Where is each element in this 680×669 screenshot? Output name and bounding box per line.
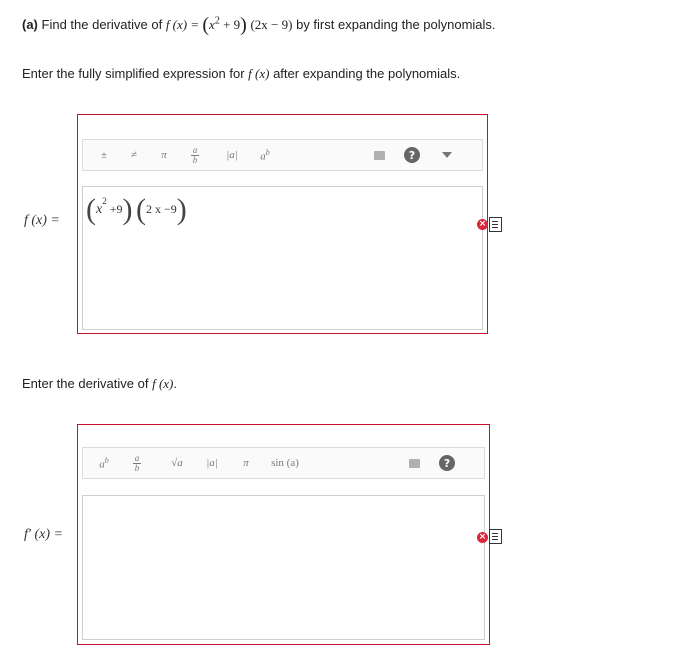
prompt2-text-after: . <box>173 376 177 391</box>
close-paren: ) <box>240 14 247 36</box>
editor2-input-area[interactable] <box>82 495 485 640</box>
prompt2-fx: f (x) <box>152 376 174 391</box>
incorrect-icon: × <box>477 532 488 543</box>
pi-button[interactable]: π <box>153 140 175 170</box>
expr-exponent: 2 <box>102 196 107 207</box>
expr-second-factor: 2 x −9 <box>146 202 177 217</box>
editor1-label: f (x) = <box>24 213 60 228</box>
square-root-button[interactable]: √a <box>166 448 188 478</box>
expr-close-paren: ) <box>122 193 133 226</box>
editor1-expression: (x2 +9) (2 x −9) <box>86 193 187 227</box>
question-expr-rest: + 9 <box>219 17 241 32</box>
prompt1-text-after: after expanding the polynomials. <box>269 66 461 81</box>
expr-close-paren-2: ) <box>176 193 187 226</box>
question-expr-b: (2x − 9) <box>250 17 293 32</box>
absolute-value-button[interactable]: |a| <box>201 448 223 478</box>
not-equal-button[interactable]: ≠ <box>123 140 145 170</box>
open-paren: ( <box>202 14 210 36</box>
question-text-before: Find the derivative of <box>41 17 166 32</box>
exponent-button[interactable]: ab <box>93 448 115 478</box>
prompt1-fx: f (x) <box>248 66 270 81</box>
editor1-toolbar: ± ≠ π ab |a| ab ? <box>82 139 483 171</box>
question-part: (a) <box>22 17 38 32</box>
prompt2-text: Enter the derivative of <box>22 376 153 391</box>
incorrect-icon: × <box>477 219 488 230</box>
math-editor-derivative[interactable]: ab ab √a |a| π sin (a) ? <box>77 424 490 645</box>
question-fx: f (x) = <box>165 17 203 32</box>
plus-minus-button[interactable]: ± <box>93 140 115 170</box>
fraction-button[interactable]: ab <box>184 140 206 170</box>
editor2-toolbar: ab ab √a |a| π sin (a) ? <box>82 447 485 479</box>
help-icon[interactable]: ? <box>436 448 458 478</box>
editor2-label: f′ (x) = <box>24 527 63 542</box>
question-text-after: by first expanding the polynomials. <box>296 17 496 32</box>
sine-button[interactable]: sin (a) <box>260 448 310 478</box>
pi-button[interactable]: π <box>235 448 257 478</box>
prompt-derivative: Enter the derivative of f (x). <box>22 376 177 392</box>
expr-open-paren: ( <box>86 193 96 226</box>
document-icon[interactable] <box>489 217 502 232</box>
document-icon[interactable] <box>489 529 502 544</box>
keyboard-icon[interactable] <box>368 140 390 170</box>
chevron-down-icon[interactable] <box>436 140 458 170</box>
keyboard-icon[interactable] <box>403 448 425 478</box>
expr-open-paren-2: ( <box>136 193 146 226</box>
fraction-button[interactable]: ab <box>126 448 148 478</box>
exponent-button[interactable]: ab <box>254 140 276 170</box>
prompt1-text: Enter the fully simplified expression fo… <box>22 66 249 81</box>
help-icon[interactable]: ? <box>401 140 423 170</box>
question-text: (a) Find the derivative of f (x) = (x2 +… <box>22 12 496 36</box>
prompt-expand: Enter the fully simplified expression fo… <box>22 66 460 82</box>
expr-plus: +9 <box>106 202 123 217</box>
absolute-value-button[interactable]: |a| <box>221 140 243 170</box>
